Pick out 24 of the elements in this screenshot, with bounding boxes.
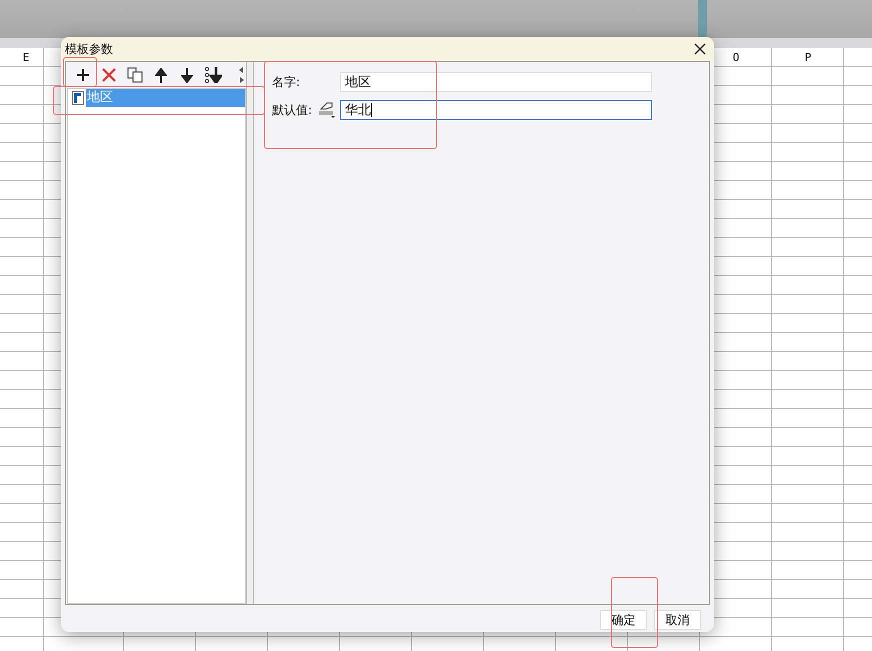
column-header: E <box>22 50 30 64</box>
parameter-icon <box>72 91 84 105</box>
ok-button[interactable]: 确定 <box>600 610 647 630</box>
highlight-overlay <box>611 577 658 648</box>
cancel-button[interactable]: 取消 <box>654 610 701 630</box>
field-label: 名字: <box>272 74 302 90</box>
type-selector-icon[interactable] <box>318 101 336 119</box>
close-button[interactable] <box>692 41 708 57</box>
up-arrow-icon <box>155 68 167 82</box>
close-icon <box>694 43 706 55</box>
delete-icon <box>102 68 116 82</box>
column-header: O <box>732 50 740 64</box>
text-field[interactable]: 华北 <box>340 100 652 120</box>
column-header: P <box>804 50 812 64</box>
field-label: 默认值: <box>272 102 314 118</box>
text-field[interactable]: 地区 <box>340 72 652 92</box>
copy-icon <box>127 67 143 83</box>
window-edge <box>698 0 707 40</box>
plus-icon <box>76 68 90 82</box>
scroll-arrows-icon <box>239 66 244 84</box>
move-bottom-icon <box>204 67 222 83</box>
dialog-title: 模板参数 <box>65 40 113 58</box>
bottom-button[interactable] <box>202 64 224 86</box>
down-arrow-icon <box>181 68 193 82</box>
